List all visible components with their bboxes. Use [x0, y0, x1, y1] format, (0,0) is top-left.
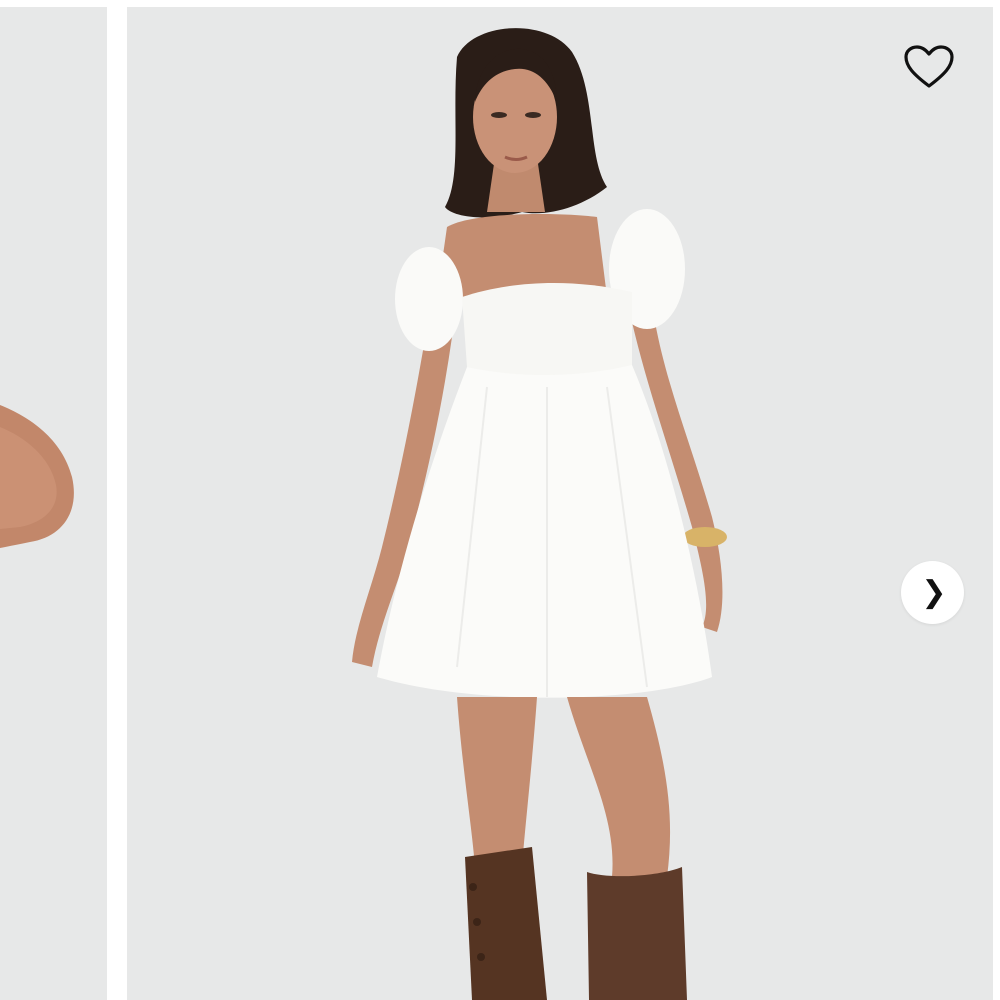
- wishlist-button[interactable]: [899, 37, 959, 97]
- heart-outline-icon: [904, 45, 954, 88]
- product-image-gallery: ❯: [0, 0, 1000, 1000]
- model-photo: [127, 7, 993, 1000]
- previous-photo-figure: [0, 7, 107, 1000]
- current-product-photo[interactable]: [127, 7, 993, 1000]
- next-image-button[interactable]: ❯: [901, 561, 964, 624]
- previous-product-photo[interactable]: [0, 7, 107, 1000]
- chevron-right-icon: ❯: [921, 574, 947, 610]
